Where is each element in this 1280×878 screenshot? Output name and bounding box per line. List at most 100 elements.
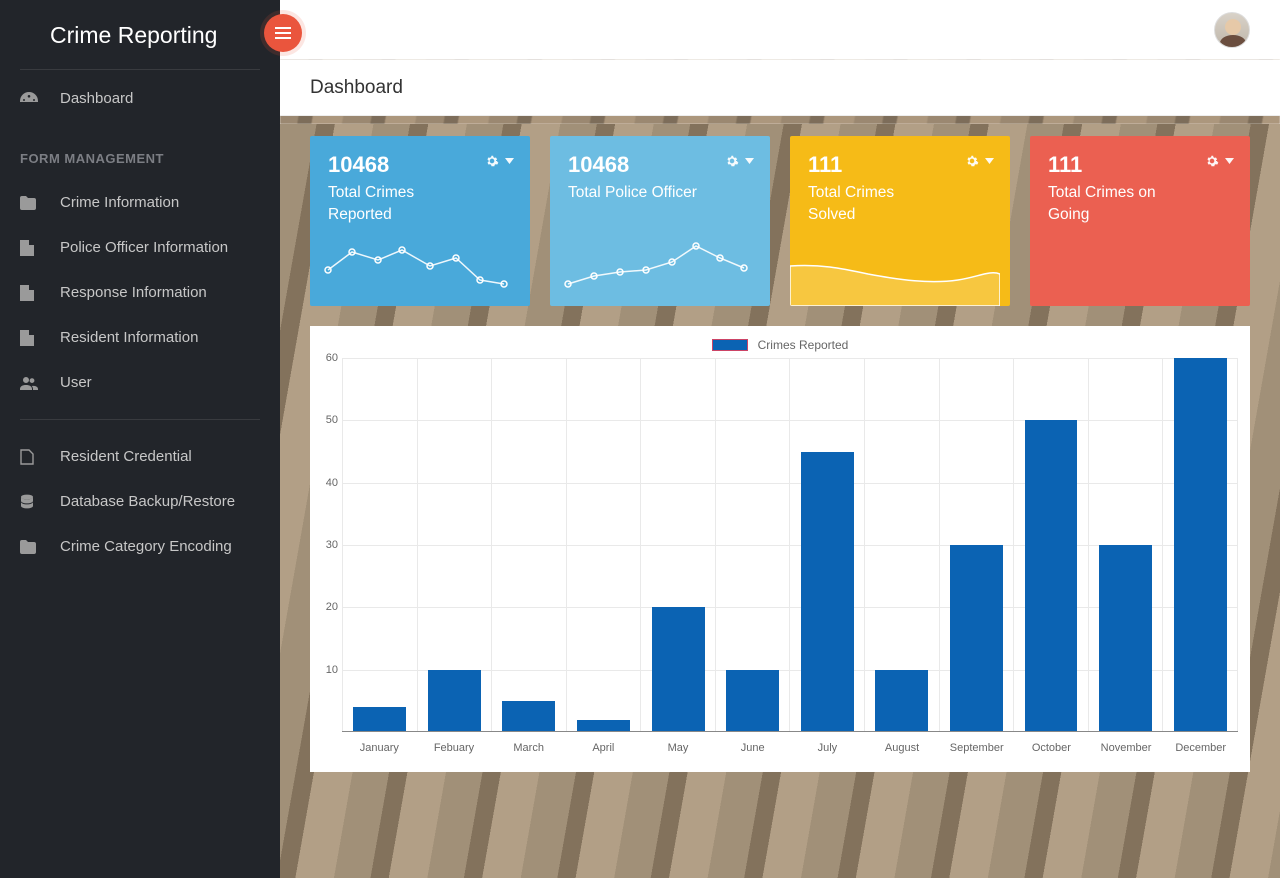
x-tick: May (641, 736, 716, 758)
bar-slot (1014, 358, 1089, 732)
divider (20, 419, 260, 420)
sidebar-item[interactable]: Resident Credential (0, 434, 280, 479)
bar (652, 607, 705, 732)
sidebar-item[interactable]: Resident Information (0, 315, 280, 360)
bar-slot (1163, 358, 1238, 732)
bar-slot (492, 358, 567, 732)
card-menu-button[interactable] (965, 154, 994, 168)
brand-title: Crime Reporting (0, 0, 280, 69)
sidebar-item-label: Resident Information (60, 329, 198, 346)
x-tick: August (865, 736, 940, 758)
divider (20, 69, 260, 70)
users-icon (20, 376, 60, 390)
nav-label: Dashboard (60, 90, 133, 107)
sidebar-item[interactable]: Crime Category Encoding (0, 524, 280, 569)
sidebar-item-label: Crime Category Encoding (60, 538, 232, 555)
y-axis: 102030405060 (316, 358, 340, 732)
bar (875, 670, 928, 732)
y-tick: 30 (326, 539, 338, 551)
x-tick: Febuary (417, 736, 492, 758)
bar (353, 707, 406, 732)
caret-down-icon (985, 158, 994, 164)
x-tick: January (342, 736, 417, 758)
chart-area: 102030405060 JanuaryFebuaryMarchAprilMay… (342, 358, 1238, 758)
stat-card: 111Total Crimes on Going (1030, 136, 1250, 306)
card-menu-button[interactable] (725, 154, 754, 168)
stat-label: Total Crimes on Going (1048, 182, 1178, 225)
sidebar-item-label: Resident Credential (60, 448, 192, 465)
sidebar-item-label: Database Backup/Restore (60, 493, 235, 510)
sidebar-item[interactable]: Response Information (0, 270, 280, 315)
y-tick: 20 (326, 601, 338, 613)
bar-slot (567, 358, 642, 732)
dashboard-icon (20, 92, 60, 106)
x-tick: March (491, 736, 566, 758)
main: Dashboard 10468Total Crimes Reported1046… (280, 0, 1280, 878)
menu-icon (275, 27, 291, 39)
caret-down-icon (745, 158, 754, 164)
file-icon (20, 285, 60, 301)
content: 10468Total Crimes Reported10468Total Pol… (280, 116, 1280, 792)
bar-slot (716, 358, 791, 732)
chart-container: Crimes Reported 102030405060 JanuaryFebu… (310, 326, 1250, 772)
y-tick: 50 (326, 414, 338, 426)
bar-slot (940, 358, 1015, 732)
stat-label: Total Police Officer (568, 182, 698, 204)
stat-card: 111Total Crimes Solved (790, 136, 1010, 306)
sidebar-item-label: Response Information (60, 284, 207, 301)
bar-slot (790, 358, 865, 732)
sidebar-item[interactable]: Police Officer Information (0, 225, 280, 270)
caret-down-icon (1225, 158, 1234, 164)
x-tick: November (1089, 736, 1164, 758)
folder-icon (20, 540, 60, 554)
bar-slot (865, 358, 940, 732)
bar (950, 545, 1003, 732)
sidebar-toggle-button[interactable] (264, 14, 302, 52)
file-icon (20, 330, 60, 346)
chart-legend: Crimes Reported (316, 334, 1244, 358)
bar-slot (641, 358, 716, 732)
gear-icon (1205, 154, 1219, 168)
folder-icon (20, 196, 60, 210)
legend-swatch (712, 339, 748, 351)
legend-label: Crimes Reported (758, 338, 849, 352)
bar (1025, 420, 1078, 732)
x-axis-line (342, 731, 1238, 732)
sidebar: Crime Reporting Dashboard FORM MANAGEMEN… (0, 0, 280, 878)
sidebar-item-label: Police Officer Information (60, 239, 228, 256)
bar-slot (342, 358, 418, 732)
stat-label: Total Crimes Reported (328, 182, 458, 225)
y-tick: 60 (326, 352, 338, 364)
bar (428, 670, 481, 732)
stat-card: 10468Total Crimes Reported (310, 136, 530, 306)
card-menu-button[interactable] (1205, 154, 1234, 168)
x-tick: June (715, 736, 790, 758)
gear-icon (965, 154, 979, 168)
gear-icon (725, 154, 739, 168)
user-avatar[interactable] (1214, 12, 1250, 48)
topbar (280, 0, 1280, 60)
sidebar-item[interactable]: Database Backup/Restore (0, 479, 280, 524)
bar (502, 701, 555, 732)
section-form-management: FORM MANAGEMENT (0, 121, 280, 180)
x-axis-labels: JanuaryFebuaryMarchAprilMayJuneJulyAugus… (342, 736, 1238, 758)
database-icon (20, 494, 60, 510)
caret-down-icon (505, 158, 514, 164)
stat-label: Total Crimes Solved (808, 182, 938, 225)
bar (1174, 358, 1227, 732)
x-tick: October (1014, 736, 1089, 758)
y-tick: 10 (326, 664, 338, 676)
card-menu-button[interactable] (485, 154, 514, 168)
file-icon (20, 240, 60, 256)
stat-cards: 10468Total Crimes Reported10468Total Pol… (310, 136, 1250, 306)
nav-dashboard[interactable]: Dashboard (0, 76, 280, 121)
x-tick: July (790, 736, 865, 758)
sidebar-item[interactable]: User (0, 360, 280, 405)
sidebar-item[interactable]: Crime Information (0, 180, 280, 225)
x-tick: December (1163, 736, 1238, 758)
x-tick: April (566, 736, 641, 758)
bar (801, 452, 854, 733)
bar-slot (1089, 358, 1164, 732)
sidebar-item-label: Crime Information (60, 194, 179, 211)
x-tick: September (939, 736, 1014, 758)
